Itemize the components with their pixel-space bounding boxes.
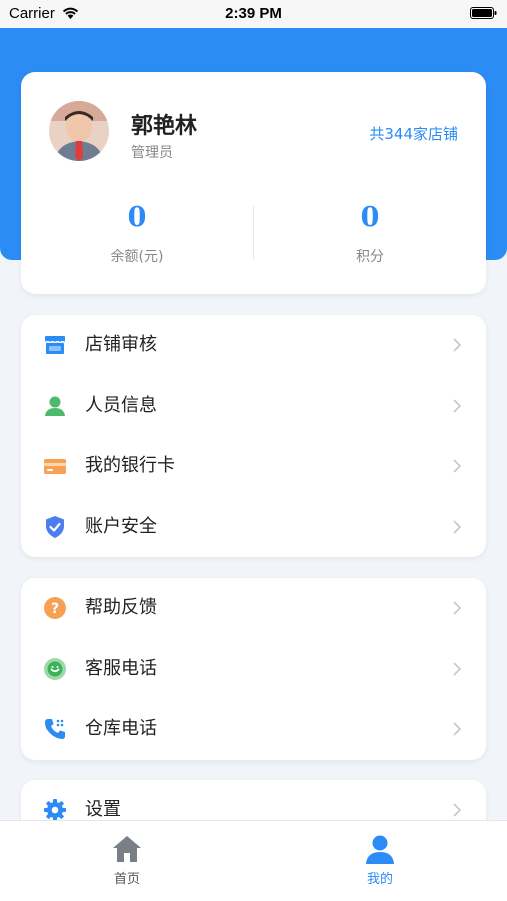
chevron-right-icon [453,661,462,676]
chevron-right-icon [453,519,462,534]
menu-item-account-security[interactable]: 账户安全 [21,497,486,558]
balance-stat[interactable]: 0 余额(元) [21,202,253,266]
avatar-image [49,101,109,161]
balance-label: 余额(元) [110,249,164,265]
menu-label: 客服电话 [85,657,157,679]
shield-icon [46,515,64,538]
store-icon [45,336,65,354]
menu-label: 店铺审核 [85,334,157,355]
profile-card: 郭艳林 管理员 共344家店铺 0 余额(元) 0 积分 [21,72,486,294]
user-profile-icon [366,835,394,864]
gear-icon [44,799,66,821]
chevron-right-icon [453,398,462,413]
battery-icon [470,7,497,19]
menu-label: 人员信息 [85,394,157,416]
chevron-right-icon [453,601,462,615]
store-count-link[interactable]: 共344家店铺 [369,123,458,144]
menu-item-store-review[interactable]: 店铺审核 [21,315,486,376]
menu-group-account: 店铺审核 人员信息 我的银行卡 账户安全 [21,315,486,557]
menu-label: 设置 [85,799,121,820]
menu-group-support: ? 帮助反馈 客服电话 仓库电话 [21,578,486,760]
menu-item-bank-card[interactable]: 我的银行卡 [21,436,486,497]
menu-label: 我的银行卡 [85,455,175,476]
chevron-right-icon [453,722,462,736]
menu-label: 仓库电话 [85,718,157,739]
tab-mine-label: 我的 [366,872,393,887]
tab-mine[interactable]: 我的 [320,833,440,887]
menu-item-warehouse-phone[interactable]: 仓库电话 [21,699,486,760]
tab-home-label: 首页 [113,872,140,887]
clock: 2:39 PM [225,5,282,22]
avatar[interactable] [49,101,109,161]
status-bar: Carrier 2:39 PM [0,0,507,28]
phone-icon [45,719,65,739]
points-label: 积分 [356,249,384,265]
bank-card-icon [44,459,66,474]
customer-service-icon [44,657,66,680]
user-name: 郭艳林 [131,114,198,139]
bottom-tab-bar: 首页 我的 [0,820,507,901]
chevron-right-icon [453,459,462,473]
points-stat[interactable]: 0 积分 [254,202,486,266]
help-icon: ? [44,597,66,619]
menu-label: 账户安全 [85,515,157,537]
person-icon [45,396,65,416]
menu-item-staff-info[interactable]: 人员信息 [21,376,486,437]
chevron-right-icon [453,803,462,817]
chevron-right-icon [453,338,462,352]
points-value: 0 [360,202,380,233]
home-icon [113,836,141,862]
tab-home[interactable]: 首页 [67,833,187,887]
menu-item-customer-service[interactable]: 客服电话 [21,639,486,700]
svg-text:?: ? [51,601,59,617]
balance-value: 0 [127,202,147,233]
menu-label: 帮助反馈 [85,597,157,618]
user-role: 管理员 [131,145,173,161]
menu-item-help-feedback[interactable]: ? 帮助反馈 [21,578,486,639]
